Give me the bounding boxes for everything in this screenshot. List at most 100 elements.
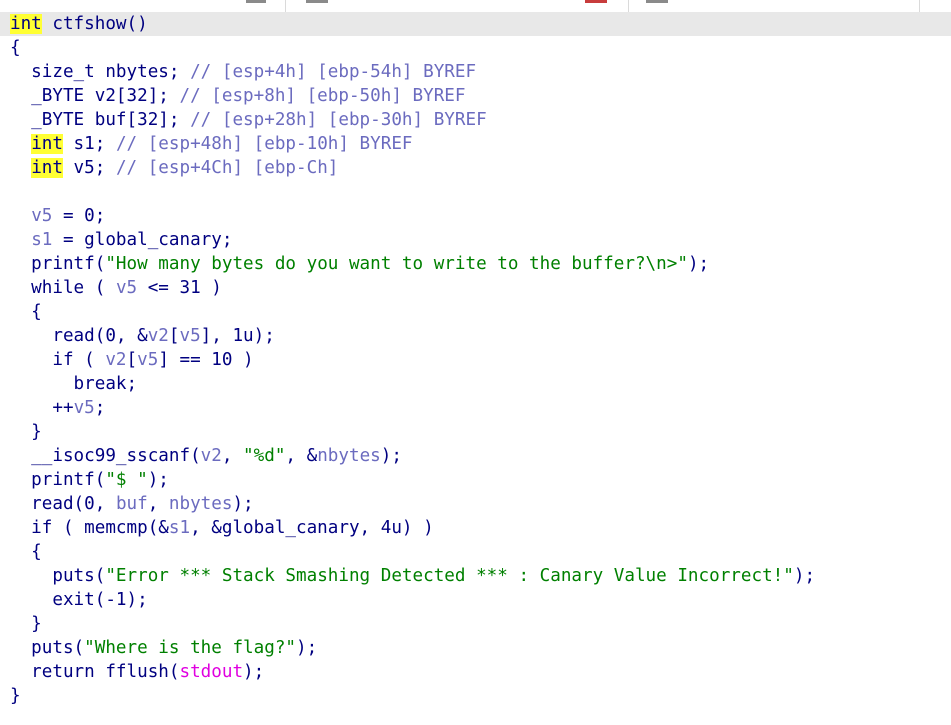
variable-token[interactable]: s1 bbox=[169, 518, 190, 538]
code-line[interactable]: read(0, buf, nbytes); bbox=[0, 492, 951, 516]
code-line[interactable]: exit(-1); bbox=[0, 588, 951, 612]
indent-token bbox=[10, 158, 31, 178]
variable-token[interactable]: v5 bbox=[74, 398, 95, 418]
variable-token[interactable]: nbytes bbox=[317, 446, 381, 466]
string-token: "Where is the flag?" bbox=[84, 638, 297, 658]
code-token: = 0; bbox=[52, 206, 106, 226]
toolbar-button-edge-red[interactable] bbox=[585, 0, 607, 3]
code-line[interactable]: { bbox=[0, 300, 951, 324]
variable-token[interactable]: buf bbox=[116, 494, 148, 514]
code-line[interactable]: _BYTE v2[32]; // [esp+8h] [ebp-50h] BYRE… bbox=[0, 84, 951, 108]
brace-token: { bbox=[10, 38, 21, 58]
code-line[interactable]: s1 = global_canary; bbox=[0, 228, 951, 252]
code-line[interactable]: _BYTE buf[32]; // [esp+28h] [ebp-30h] BY… bbox=[0, 108, 951, 132]
variable-token[interactable]: v5 bbox=[116, 278, 137, 298]
code-token: , &global_canary, 4u) ) bbox=[190, 518, 434, 538]
code-token: ); bbox=[296, 638, 318, 658]
code-token: ; bbox=[94, 398, 106, 418]
code-line[interactable]: v5 = 0; bbox=[0, 204, 951, 228]
code-line[interactable]: size_t nbytes; // [esp+4h] [ebp-54h] BYR… bbox=[0, 60, 951, 84]
code-line[interactable]: int v5; // [esp+4Ch] [ebp-Ch] bbox=[0, 156, 951, 180]
code-token: ); bbox=[380, 446, 402, 466]
code-line[interactable]: { bbox=[0, 36, 951, 60]
brace-token: } bbox=[10, 686, 21, 706]
code-line[interactable]: printf("$ "); bbox=[0, 468, 951, 492]
code-token: ctfshow() bbox=[41, 14, 148, 34]
variable-token[interactable]: v2 bbox=[148, 326, 169, 346]
comment-token: // [esp+8h] [ebp-50h] BYREF bbox=[179, 86, 466, 106]
code-line[interactable]: read(0, &v2[v5], 1u); bbox=[0, 324, 951, 348]
code-token: if ( memcmp(& bbox=[10, 518, 169, 538]
variable-token[interactable]: s1 bbox=[31, 230, 52, 250]
code-token: read(0, & bbox=[10, 326, 148, 346]
code-line[interactable]: printf("How many bytes do you want to wr… bbox=[0, 252, 951, 276]
code-token: , bbox=[147, 494, 169, 514]
code-token: __isoc99_sscanf( bbox=[10, 446, 201, 466]
variable-token[interactable]: v5 bbox=[137, 350, 158, 370]
code-line[interactable] bbox=[0, 180, 951, 204]
toolbar-separator bbox=[285, 0, 286, 12]
code-token: while ( bbox=[10, 278, 116, 298]
code-token: return fflush( bbox=[10, 662, 180, 682]
code-token: printf( bbox=[10, 254, 106, 274]
code-token: ); bbox=[793, 566, 816, 586]
code-token: ); bbox=[232, 494, 254, 514]
code-token: = global_canary; bbox=[52, 230, 233, 250]
indent-token bbox=[10, 206, 31, 226]
code-token: [ bbox=[168, 326, 180, 346]
string-token: "%d" bbox=[243, 446, 286, 466]
code-line[interactable]: int ctfshow() bbox=[0, 12, 951, 36]
code-line[interactable]: if ( memcmp(&s1, &global_canary, 4u) ) bbox=[0, 516, 951, 540]
code-token: ); bbox=[687, 254, 710, 274]
variable-token[interactable]: v2 bbox=[105, 350, 126, 370]
brace-token: } bbox=[10, 422, 42, 442]
code-token: puts( bbox=[10, 566, 106, 586]
code-line[interactable]: if ( v2[v5] == 10 ) bbox=[0, 348, 951, 372]
keyword-token: int bbox=[31, 158, 63, 178]
code-token: <= 31 ) bbox=[137, 278, 222, 298]
code-token: s1; bbox=[62, 134, 116, 154]
code-token: ); bbox=[243, 662, 265, 682]
code-token: ] == 10 ) bbox=[158, 350, 254, 370]
toolbar-separator bbox=[628, 0, 629, 12]
variable-token[interactable]: nbytes bbox=[169, 494, 233, 514]
toolbar-button-edge[interactable] bbox=[246, 0, 266, 3]
string-token: "Error *** Stack Smashing Detected *** :… bbox=[105, 566, 794, 586]
indent-token bbox=[10, 230, 31, 250]
code-token: _BYTE v2[32]; bbox=[10, 86, 180, 106]
code-token: break; bbox=[10, 374, 138, 394]
code-line[interactable]: puts("Error *** Stack Smashing Detected … bbox=[0, 564, 951, 588]
keyword-token: int bbox=[10, 14, 42, 34]
code-token: v5; bbox=[62, 158, 116, 178]
code-token: size_t nbytes; bbox=[10, 62, 191, 82]
code-line[interactable]: { bbox=[0, 540, 951, 564]
code-token: read(0, bbox=[10, 494, 116, 514]
comment-token: // [esp+4Ch] [ebp-Ch] bbox=[115, 158, 339, 178]
code-line[interactable]: while ( v5 <= 31 ) bbox=[0, 276, 951, 300]
code-line[interactable]: int s1; // [esp+48h] [ebp-10h] BYREF bbox=[0, 132, 951, 156]
variable-token[interactable]: v2 bbox=[201, 446, 222, 466]
code-token: , bbox=[221, 446, 244, 466]
code-line[interactable]: ++v5; bbox=[0, 396, 951, 420]
variable-token[interactable]: v5 bbox=[179, 326, 200, 346]
code-line[interactable]: return fflush(stdout); bbox=[0, 660, 951, 684]
code-token: printf( bbox=[10, 470, 106, 490]
code-line[interactable]: } bbox=[0, 684, 951, 708]
extern-symbol-token[interactable]: stdout bbox=[179, 662, 243, 682]
toolbar-button-edge[interactable] bbox=[306, 0, 328, 3]
code-token: , & bbox=[285, 446, 318, 466]
brace-token: { bbox=[10, 542, 42, 562]
code-token: ++ bbox=[10, 398, 74, 418]
variable-token[interactable]: v5 bbox=[31, 206, 52, 226]
indent-token bbox=[10, 134, 31, 154]
code-line[interactable]: break; bbox=[0, 372, 951, 396]
comment-token: // [esp+4h] [ebp-54h] BYREF bbox=[190, 62, 477, 82]
pseudocode-view[interactable]: int ctfshow(){ size_t nbytes; // [esp+4h… bbox=[0, 12, 951, 725]
code-line[interactable]: } bbox=[0, 420, 951, 444]
brace-token: { bbox=[10, 302, 42, 322]
code-line[interactable]: } bbox=[0, 612, 951, 636]
keyword-token: int bbox=[31, 134, 63, 154]
code-line[interactable]: puts("Where is the flag?"); bbox=[0, 636, 951, 660]
code-line[interactable]: __isoc99_sscanf(v2, "%d", &nbytes); bbox=[0, 444, 951, 468]
toolbar-button-edge[interactable] bbox=[646, 0, 668, 3]
